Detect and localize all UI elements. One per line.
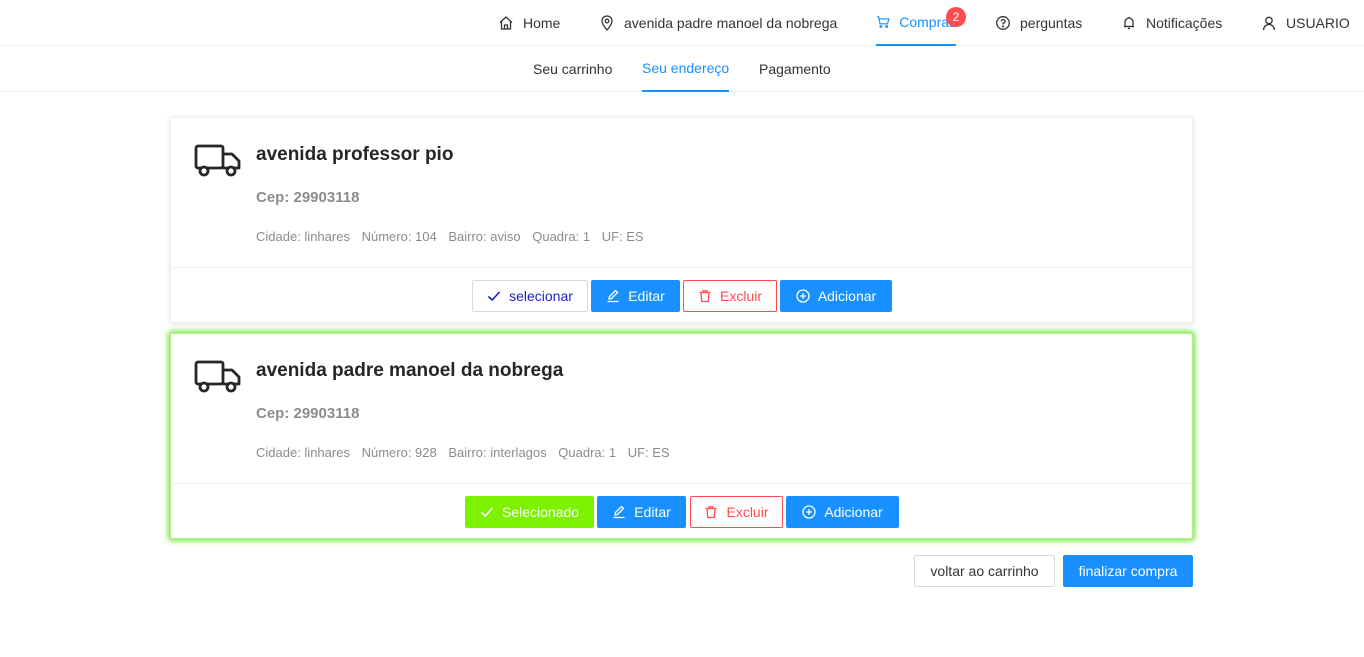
trash-icon [705,506,717,519]
address-cep: Cep: 29903118 [256,189,360,206]
delete-address-label: Excluir [719,288,762,304]
address-bairro: Bairro: aviso [448,229,521,244]
check-icon [480,507,494,518]
address-card: avenida professor pio Cep: 29903118 Cida… [170,117,1193,323]
address-bairro: Bairro: interlagos [448,445,547,460]
address-actions: Selecionado Editar Excluir Adicionar [171,483,1192,540]
question-circle-icon [996,16,1010,30]
address-numero: Número: 104 [361,229,437,244]
nav-address-label: avenida padre manoel da nobrega [624,15,838,31]
edit-address-button[interactable]: Editar [591,280,680,312]
address-title: avenida professor pio [256,144,454,165]
edit-address-label: Editar [634,504,671,520]
address-cep: Cep: 29903118 [256,405,360,422]
address-uf: UF: ES [627,445,670,460]
plus-circle-icon [796,289,810,303]
delete-address-button[interactable]: Excluir [683,280,777,312]
address-details: Cidade: linhares Número: 104 Bairro: avi… [256,229,652,244]
cart-count-badge: 2 [946,7,966,27]
tab-seu-carrinho-label: Seu carrinho [533,61,613,77]
finish-purchase-label: finalizar compra [1078,563,1178,579]
nav-notificacoes[interactable]: Notificações [1121,0,1222,46]
edit-address-button[interactable]: Editar [597,496,686,528]
back-to-cart-button[interactable]: voltar ao carrinho [914,555,1055,587]
trash-icon [699,290,711,303]
nav-usuario[interactable]: USUARIO [1261,0,1350,46]
tab-seu-endereco[interactable]: Seu endereço [642,46,730,92]
nav-usuario-label: USUARIO [1286,15,1350,31]
tab-pagamento-label: Pagamento [759,61,831,77]
nav-address[interactable]: avenida padre manoel da nobrega [599,0,837,46]
nav-home-label: Home [523,15,561,31]
tab-seu-carrinho[interactable]: Seu carrinho [533,46,612,92]
tab-seu-endereco-label: Seu endereço [642,60,730,76]
edit-address-label: Editar [628,288,665,304]
add-address-label: Adicionar [824,504,883,520]
delete-address-button[interactable]: Excluir [690,496,783,528]
add-address-button[interactable]: Adicionar [780,280,892,312]
bell-icon [1124,17,1134,30]
nav-home[interactable]: Home [498,0,560,46]
top-navbar: Home avenida padre manoel da nobrega Com… [0,0,1364,46]
checkout-steps: Seu carrinho Seu endereço Pagamento [0,46,1364,92]
nav-compras[interactable]: Compras 2 [876,0,966,46]
address-quadra: Quadra: 1 [558,445,617,460]
user-icon [1262,16,1276,31]
address-details: Cidade: linhares Número: 928 Bairro: int… [256,445,678,460]
address-cidade: Cidade: linhares [256,229,350,244]
address-uf: UF: ES [601,229,644,244]
home-icon [499,16,513,30]
tab-pagamento[interactable]: Pagamento [759,46,831,92]
address-title: avenida padre manoel da nobrega [256,360,564,381]
add-address-button[interactable]: Adicionar [786,496,899,528]
address-actions: selecionar Editar Excluir Adicionar [171,267,1192,324]
edit-icon [607,289,619,303]
select-address-button[interactable]: selecionar [472,280,588,312]
delete-address-label: Excluir [726,504,769,520]
select-address-label: selecionar [509,288,573,304]
address-card-selected: avenida padre manoel da nobrega Cep: 299… [170,333,1193,539]
nav-perguntas-label: perguntas [1020,15,1083,31]
nav-notificacoes-label: Notificações [1146,15,1223,31]
address-numero: Número: 928 [361,445,437,460]
back-to-cart-label: voltar ao carrinho [930,563,1039,579]
location-pin-icon [601,15,613,31]
finish-purchase-button[interactable]: finalizar compra [1063,555,1193,587]
shopping-cart-icon [876,16,890,28]
selected-address-button[interactable]: Selecionado [465,496,594,528]
address-quadra: Quadra: 1 [532,229,591,244]
add-address-label: Adicionar [817,288,877,304]
truck-icon [194,360,241,393]
selected-address-label: Selecionado [501,504,580,520]
truck-icon [194,144,241,177]
check-icon [488,291,501,302]
address-cidade: Cidade: linhares [256,445,350,460]
plus-circle-icon [802,505,816,519]
edit-icon [613,505,625,519]
nav-perguntas[interactable]: perguntas [995,0,1082,46]
